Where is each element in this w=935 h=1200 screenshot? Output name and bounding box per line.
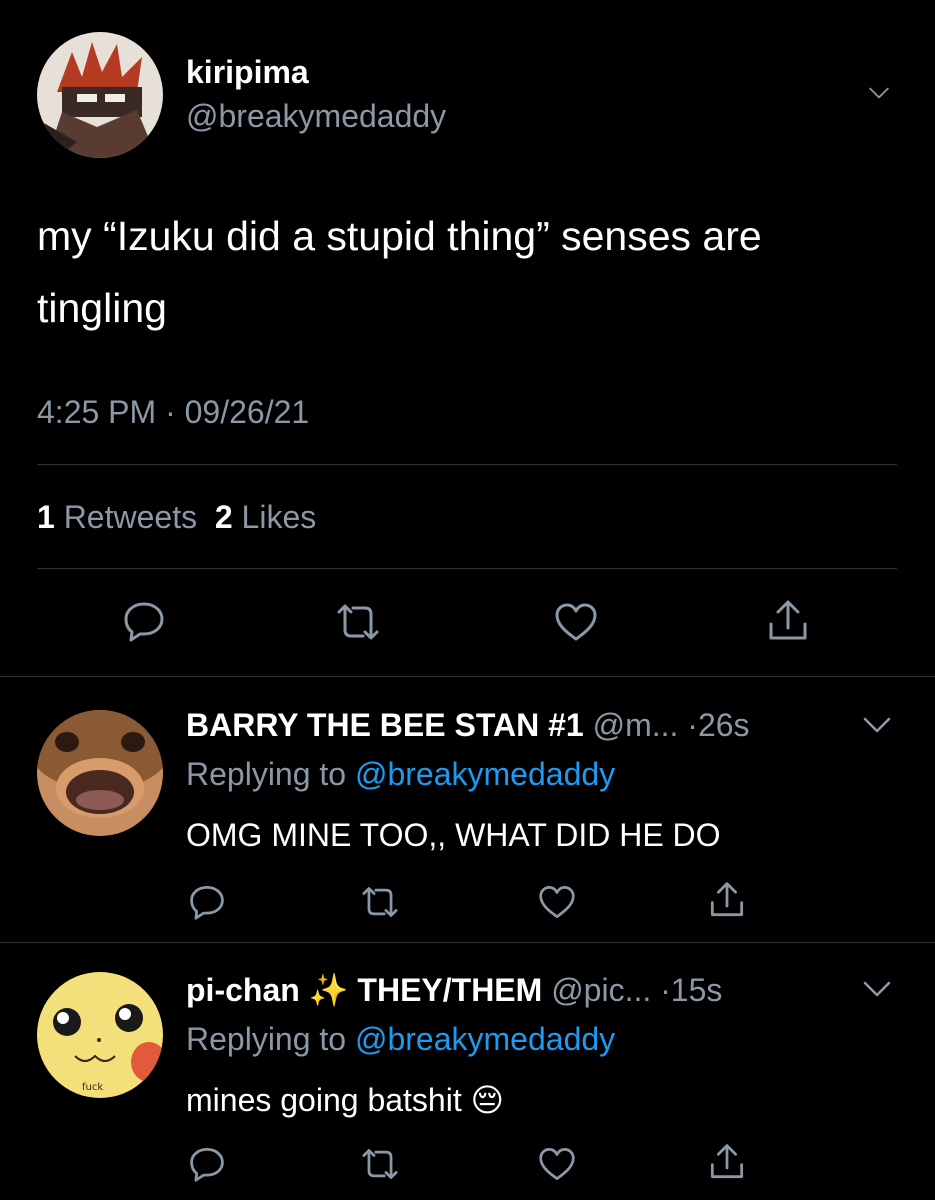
- heart-icon[interactable]: [537, 884, 577, 920]
- reply-author-pronouns: THEY/THEM: [357, 972, 543, 1008]
- reply-time: ·26s: [687, 707, 750, 743]
- sparkles-emoji: ✨: [308, 972, 349, 1008]
- reply-text-row: mines going batshit 😔: [186, 1080, 504, 1120]
- replying-to-label: Replying to: [186, 756, 347, 792]
- reply-icon[interactable]: [188, 1146, 226, 1182]
- share-icon[interactable]: [766, 598, 810, 644]
- likes-label: Likes: [241, 499, 317, 535]
- reply-author-handle: @m...: [592, 707, 679, 743]
- avatar-caption: fuck: [82, 1082, 104, 1093]
- chevron-down-icon[interactable]: [862, 714, 892, 736]
- replying-to: Replying to @breakymedaddy: [186, 1019, 615, 1059]
- retweets-count: 1: [37, 499, 55, 535]
- author-avatar[interactable]: [37, 32, 163, 158]
- retweet-icon[interactable]: [358, 1147, 402, 1181]
- replying-to-label: Replying to: [186, 1021, 347, 1057]
- reply-text: mines going batshit: [186, 1082, 462, 1118]
- reply-text: OMG MINE TOO,, WHAT DID HE DO: [186, 817, 721, 853]
- tweet-timestamp[interactable]: 4:25 PM · 09/26/21: [37, 392, 309, 432]
- reply-author-name: pi-chan: [186, 972, 300, 1008]
- author-handle[interactable]: @breakymedaddy: [186, 96, 446, 136]
- divider: [0, 942, 935, 943]
- chevron-down-icon[interactable]: [868, 82, 890, 104]
- retweets-label: Retweets: [63, 499, 198, 535]
- pensive-emoji: 😔: [470, 1082, 504, 1118]
- share-icon[interactable]: [708, 1142, 746, 1182]
- retweet-icon[interactable]: [333, 602, 383, 642]
- author-name[interactable]: kiripima: [186, 52, 309, 92]
- tweet-text: my “Izuku did a stupid thing” senses are…: [37, 213, 762, 331]
- heart-icon[interactable]: [553, 601, 599, 643]
- retweet-icon[interactable]: [358, 885, 402, 919]
- reply-avatar[interactable]: [37, 710, 163, 836]
- reply-icon[interactable]: [122, 600, 166, 642]
- reply-time: ·15s: [660, 972, 723, 1008]
- replying-to-handle[interactable]: @breakymedaddy: [355, 1021, 615, 1057]
- chevron-down-icon[interactable]: [862, 978, 892, 1000]
- reply-author-handle: @pic...: [551, 972, 652, 1008]
- likes-count: 2: [214, 499, 233, 535]
- reply-avatar[interactable]: [37, 972, 163, 1098]
- divider: [0, 676, 935, 677]
- reply-icon[interactable]: [188, 884, 226, 920]
- reply-author-name: BARRY THE BEE STAN #1: [186, 707, 584, 743]
- heart-icon[interactable]: [537, 1146, 577, 1182]
- tweet-time: 4:25 PM: [37, 394, 157, 430]
- tweet-date: 09/26/21: [184, 394, 310, 430]
- divider: [37, 464, 897, 465]
- divider: [37, 568, 897, 569]
- likes-stat[interactable]: 2 Likes: [215, 499, 316, 535]
- replying-to: Replying to @breakymedaddy: [186, 754, 615, 794]
- separator-dot: ·: [165, 394, 176, 430]
- retweets-stat[interactable]: 1 Retweets: [37, 499, 197, 535]
- reply-author[interactable]: BARRY THE BEE STAN #1 @m... ·26s: [186, 705, 750, 745]
- share-icon[interactable]: [708, 880, 746, 920]
- tweet-stats: 1 Retweets 2 Likes: [37, 497, 316, 537]
- replying-to-handle[interactable]: @breakymedaddy: [355, 756, 615, 792]
- reply-author[interactable]: pi-chan ✨ THEY/THEM @pic... ·15s: [186, 970, 722, 1010]
